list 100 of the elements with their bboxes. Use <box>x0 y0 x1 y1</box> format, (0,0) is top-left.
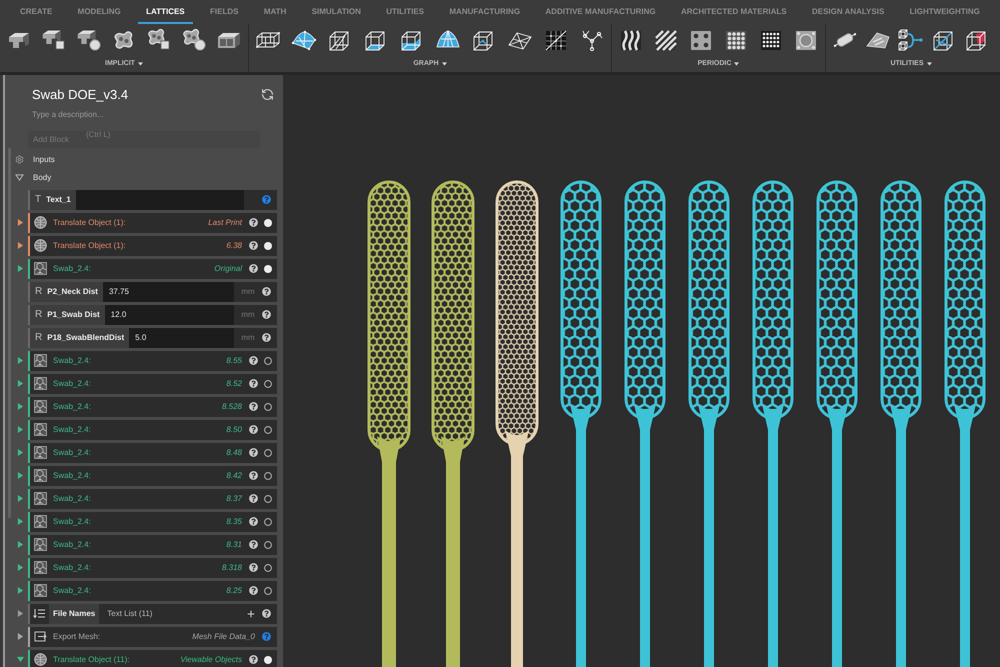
visibility-dot-icon[interactable] <box>264 494 272 502</box>
visibility-dot-icon[interactable] <box>264 518 272 526</box>
help-icon[interactable] <box>249 586 258 595</box>
help-icon[interactable] <box>262 333 271 342</box>
help-icon[interactable] <box>249 517 258 526</box>
help-icon[interactable] <box>249 563 258 572</box>
help-icon[interactable] <box>249 471 258 480</box>
help-icon[interactable] <box>262 609 271 618</box>
block-row[interactable]: Swab_2.4: 8.31 <box>28 534 277 554</box>
block-row[interactable]: Swab_2.4: 8.35 <box>28 512 277 532</box>
section-header[interactable]: Body <box>33 172 52 184</box>
help-icon[interactable] <box>262 310 271 319</box>
expand-arrow-icon[interactable] <box>16 656 24 663</box>
ribbon-tab[interactable]: LIGHTWEIGHTING <box>902 0 988 24</box>
expand-arrow-icon[interactable] <box>16 242 24 249</box>
gyroid-sphere-icon[interactable] <box>181 28 207 52</box>
block-cube-icon[interactable] <box>41 28 67 52</box>
help-icon[interactable] <box>249 356 258 365</box>
parameter-row[interactable]: R P2_Neck Dist 37.75 mm <box>28 282 277 302</box>
expand-arrow-icon[interactable] <box>16 495 24 502</box>
block-row[interactable]: Translate Object (1): 6.38 <box>28 236 277 256</box>
parameter-value-field[interactable]: 5.0 <box>129 328 234 348</box>
parameter-value-field[interactable]: 37.75 <box>102 282 234 302</box>
ribbon-tab[interactable]: CREATE <box>12 0 60 24</box>
list-block-row[interactable]: File Names Text List (11) <box>28 604 277 624</box>
visibility-dot-icon[interactable] <box>264 586 272 594</box>
block-row[interactable]: Export Mesh: Mesh File Data_0 <box>28 626 277 646</box>
expand-arrow-icon[interactable] <box>16 564 24 571</box>
section-header[interactable]: Inputs <box>33 154 55 166</box>
block-row[interactable]: Swab_2.4: 8.55 <box>28 350 277 370</box>
block-row[interactable]: Swab_2.4: 8.48 <box>28 442 277 462</box>
ribbon-tab[interactable]: MANUFACTURING <box>441 0 528 24</box>
visibility-dot-icon[interactable] <box>264 426 272 434</box>
text-value-field[interactable] <box>76 190 244 210</box>
expand-arrow-icon[interactable] <box>16 265 24 272</box>
visibility-dot-icon[interactable] <box>264 356 272 364</box>
expand-arrow-icon[interactable] <box>16 449 24 456</box>
help-icon[interactable] <box>249 241 258 250</box>
circle-pattern-tile-icon[interactable] <box>793 28 819 52</box>
wavy-stripes-icon[interactable] <box>618 28 644 52</box>
visibility-dot-icon[interactable] <box>264 402 272 410</box>
description-field[interactable]: Type a description... <box>32 108 232 120</box>
block-row[interactable]: Swab_2.4: 8.528 <box>28 396 277 416</box>
visibility-dot-icon[interactable] <box>264 218 272 226</box>
ribbon-tab[interactable]: UTILITIES <box>378 0 432 24</box>
help-icon[interactable] <box>262 195 271 204</box>
block-row[interactable]: Swab_2.4: 8.52 <box>28 374 277 394</box>
block-row[interactable]: Swab_2.4: 8.37 <box>28 488 277 508</box>
block-row[interactable]: Swab_2.4: 8.318 <box>28 558 277 578</box>
block-row[interactable]: Swab_2.4: Original <box>28 258 277 278</box>
help-icon[interactable] <box>262 632 271 641</box>
expand-arrow-icon[interactable] <box>16 518 24 525</box>
expand-arrow-icon[interactable] <box>16 610 24 617</box>
visibility-dot-icon[interactable] <box>264 264 272 272</box>
block-row[interactable]: Swab_2.4: 8.50 <box>28 420 277 440</box>
visibility-dot-icon[interactable] <box>264 448 272 456</box>
help-icon[interactable] <box>249 655 258 664</box>
ribbon-tab[interactable]: MATH <box>256 0 294 24</box>
help-icon[interactable] <box>249 448 258 457</box>
expand-arrow-icon[interactable] <box>16 426 24 433</box>
expand-arrow-icon[interactable] <box>16 587 24 594</box>
text-block-row[interactable]: T Text_1 <box>28 190 277 210</box>
ribbon-tab[interactable]: DESIGN ANALYSIS <box>804 0 892 24</box>
diagonal-stripes-icon[interactable] <box>653 28 679 52</box>
help-icon[interactable] <box>249 425 258 434</box>
expand-arrow-icon[interactable] <box>16 403 24 410</box>
expand-arrow-icon[interactable] <box>16 380 24 387</box>
expand-arrow-icon[interactable] <box>16 219 24 226</box>
expand-arrow-icon[interactable] <box>16 472 24 479</box>
parameter-row[interactable]: R P18_SwabBlendDist 5.0 mm <box>28 328 277 348</box>
ribbon-tab[interactable]: MODELING <box>70 0 129 24</box>
visibility-dot-icon[interactable] <box>264 472 272 480</box>
help-icon[interactable] <box>249 264 258 273</box>
block-sphere-icon[interactable] <box>76 28 102 52</box>
gyroid-cube-icon[interactable] <box>146 28 172 52</box>
ribbon-tab[interactable]: SIMULATION <box>304 0 369 24</box>
gear-icon[interactable] <box>15 155 24 164</box>
visibility-dot-icon[interactable] <box>264 540 272 548</box>
parameter-value-field[interactable]: 12.0 <box>104 304 234 324</box>
visibility-dot-icon[interactable] <box>264 380 272 388</box>
block-row[interactable]: Translate Object (11): Viewable Objects <box>28 650 277 667</box>
block-row[interactable]: Swab_2.4: 8.25 <box>28 580 277 600</box>
help-icon[interactable] <box>249 494 258 503</box>
ribbon-tab[interactable]: ADDITIVE MANUFACTURING <box>537 0 664 24</box>
dense-dot-grid-icon[interactable] <box>758 28 784 52</box>
visibility-dot-icon[interactable] <box>264 656 272 664</box>
dot-grid-icon[interactable] <box>723 28 749 52</box>
caret-down-icon[interactable] <box>15 174 24 181</box>
expand-arrow-icon[interactable] <box>16 541 24 548</box>
expand-arrow-icon[interactable] <box>16 357 24 364</box>
four-hole-plate-icon[interactable] <box>688 28 714 52</box>
ribbon-tab[interactable]: FIELDS <box>202 0 246 24</box>
parameter-row[interactable]: R P1_Swab Dist 12.0 mm <box>28 304 277 324</box>
help-icon[interactable] <box>249 540 258 549</box>
refresh-icon[interactable] <box>261 88 274 102</box>
block-row[interactable]: Translate Object (1): Last Print <box>28 212 277 232</box>
add-icon[interactable] <box>246 608 256 618</box>
help-icon[interactable] <box>262 287 271 296</box>
grid-cube-icon[interactable] <box>543 28 569 52</box>
help-icon[interactable] <box>249 218 258 227</box>
